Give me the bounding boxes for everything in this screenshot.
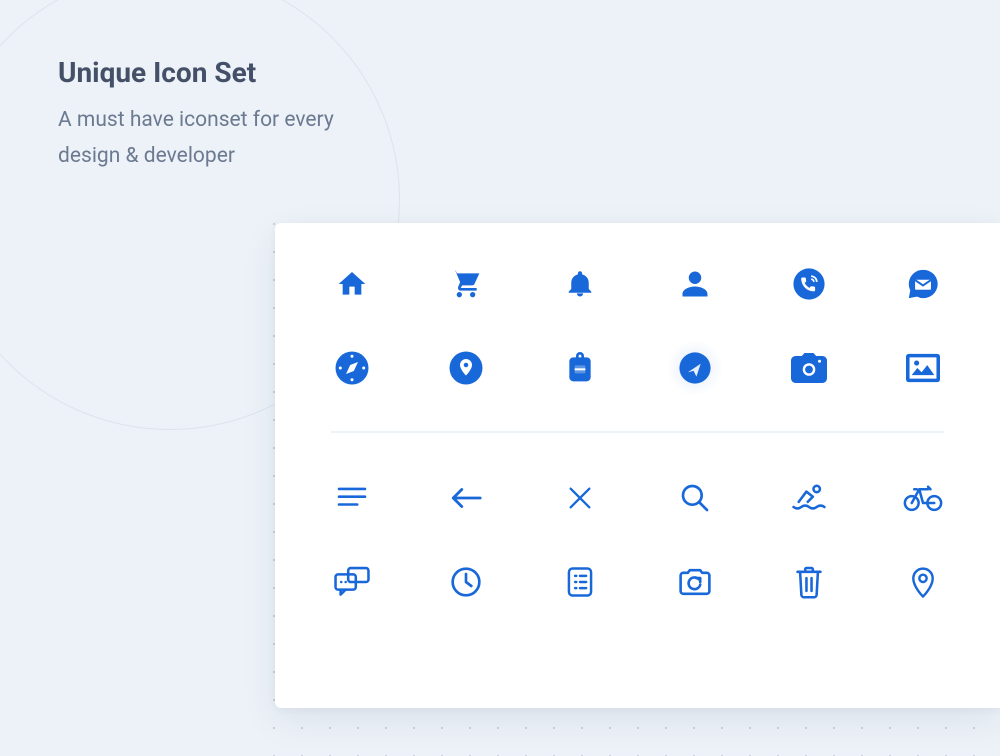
user-icon[interactable] xyxy=(674,263,716,305)
home-icon[interactable] xyxy=(331,263,373,305)
camera-icon[interactable] xyxy=(788,347,830,389)
icon-row-3 xyxy=(331,477,944,519)
icon-row-4 xyxy=(331,561,944,603)
icon-row-2 xyxy=(331,347,944,389)
page-title: Unique Icon Set xyxy=(58,56,334,89)
search-icon[interactable] xyxy=(674,477,716,519)
image-icon[interactable] xyxy=(902,347,944,389)
camera-sync-icon[interactable] xyxy=(674,561,716,603)
swim-icon[interactable] xyxy=(788,477,830,519)
icon-panel xyxy=(275,223,1000,708)
location-pin-icon[interactable] xyxy=(902,561,944,603)
clock-icon[interactable] xyxy=(445,561,487,603)
divider xyxy=(331,431,944,433)
backpack-icon[interactable] xyxy=(559,347,601,389)
navigate-circle-icon[interactable] xyxy=(674,347,716,389)
page-subtitle: A must have iconset for every design & d… xyxy=(58,103,334,174)
header: Unique Icon Set A must have iconset for … xyxy=(58,56,334,174)
cart-icon[interactable] xyxy=(445,263,487,305)
close-icon[interactable] xyxy=(559,477,601,519)
arrow-left-icon[interactable] xyxy=(445,477,487,519)
compass-circle-icon[interactable] xyxy=(331,347,373,389)
trash-icon[interactable] xyxy=(788,561,830,603)
bell-icon[interactable] xyxy=(559,263,601,305)
mail-bubble-icon[interactable] xyxy=(902,263,944,305)
bicycle-icon[interactable] xyxy=(902,477,944,519)
icon-row-1 xyxy=(331,263,944,305)
align-left-icon[interactable] xyxy=(331,477,373,519)
pin-circle-icon[interactable] xyxy=(445,347,487,389)
phone-circle-icon[interactable] xyxy=(788,263,830,305)
list-note-icon[interactable] xyxy=(559,561,601,603)
chat-icon[interactable] xyxy=(331,561,373,603)
